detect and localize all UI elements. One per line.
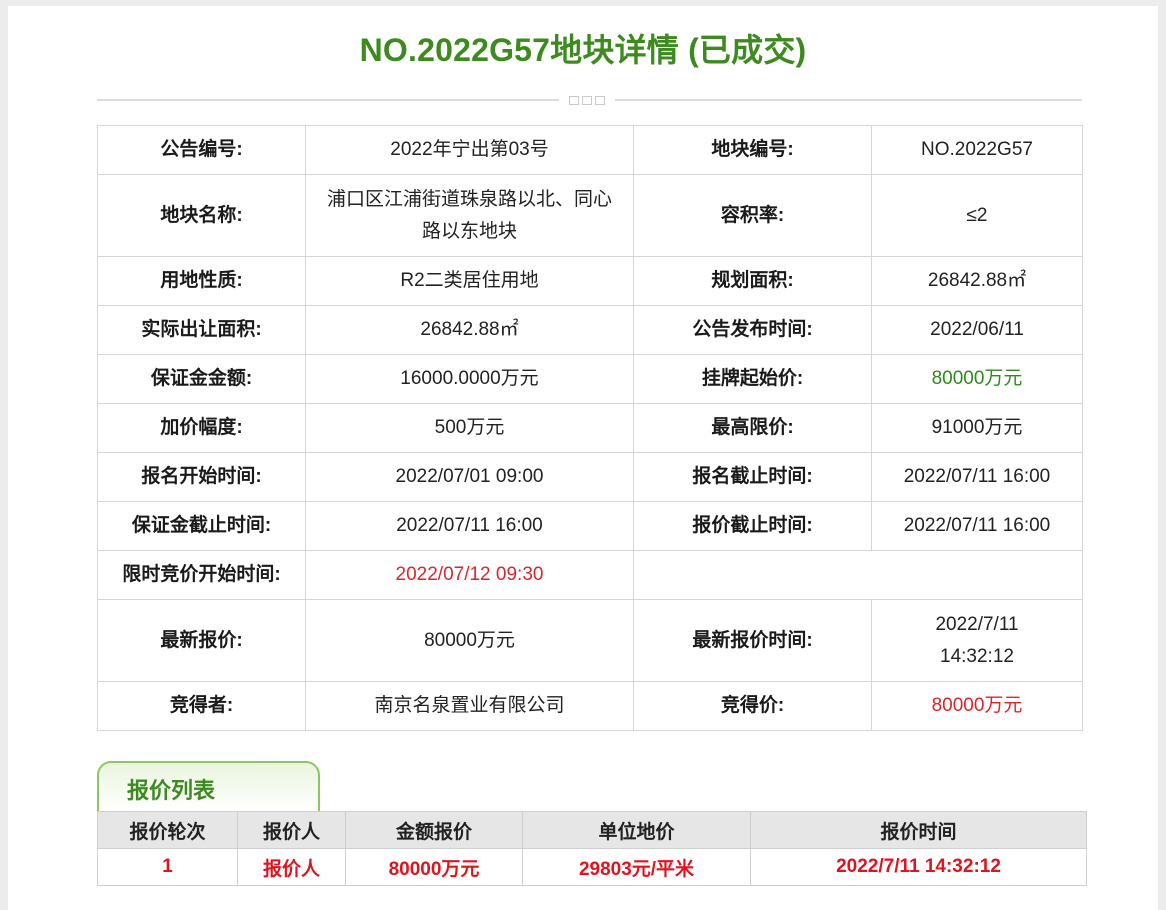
empty-cell — [633, 550, 1083, 600]
deposit-deadline-value: 2022/07/11 16:00 — [305, 501, 634, 551]
column-header: 金额报价 — [345, 811, 523, 849]
winning-price-label: 竞得价: — [633, 681, 872, 731]
max-price-value: 91000万元 — [871, 403, 1083, 453]
unit-price-cell: 29803元/平米 — [522, 848, 751, 886]
start-price-label: 挂牌起始价: — [633, 354, 872, 404]
bid-list-table: 报价轮次 报价人 金额报价 单位地价 报价时间 1 报价人 80000万元 29… — [97, 811, 1087, 886]
table-row: 限时竞价开始时间: 2022/07/12 09:30 — [97, 550, 1083, 600]
column-header: 报价人 — [237, 811, 346, 849]
ornament-square-icon — [582, 95, 592, 105]
reg-start-label: 报名开始时间: — [97, 452, 306, 502]
bid-amount-cell: 80000万元 — [345, 848, 523, 886]
reg-end-label: 报名截止时间: — [633, 452, 872, 502]
reg-start-value: 2022/07/01 09:00 — [305, 452, 634, 502]
bidder-cell: 报价人 — [237, 848, 346, 886]
land-use-label: 用地性质: — [97, 256, 306, 306]
latest-bid-time-value: 2022/7/11 14:32:12 — [871, 599, 1083, 682]
start-price-value: 80000万元 — [871, 354, 1083, 404]
bid-deadline-label: 报价截止时间: — [633, 501, 872, 551]
bid-list-header-row: 报价轮次 报价人 金额报价 单位地价 报价时间 — [97, 811, 1087, 849]
table-row: 报名开始时间: 2022/07/01 09:00 报名截止时间: 2022/07… — [97, 452, 1083, 502]
max-price-label: 最高限价: — [633, 403, 872, 453]
bid-deadline-value: 2022/07/11 16:00 — [871, 501, 1083, 551]
table-row: 保证金金额: 16000.0000万元 挂牌起始价: 80000万元 — [97, 354, 1083, 404]
latest-bid-time-label: 最新报价时间: — [633, 599, 872, 682]
bid-round-cell: 1 — [97, 848, 238, 886]
plot-no-label: 地块编号: — [633, 125, 872, 175]
ornament-square-icon — [595, 95, 605, 105]
table-row: 用地性质: R2二类居住用地 规划面积: 26842.88㎡ — [97, 256, 1083, 306]
plot-name-value: 浦口区江浦街道珠泉路以北、同心路以东地块 — [305, 174, 634, 257]
plot-no-value: NO.2022G57 — [871, 125, 1083, 175]
column-header: 报价轮次 — [97, 811, 238, 849]
actual-area-value: 26842.88㎡ — [305, 305, 634, 355]
land-use-value: R2二类居住用地 — [305, 256, 634, 306]
column-header: 报价时间 — [750, 811, 1087, 849]
page-title: NO.2022G57地块详情 (已成交) — [359, 32, 807, 68]
winner-value: 南京名泉置业有限公司 — [305, 681, 634, 731]
publish-time-label: 公告发布时间: — [633, 305, 872, 355]
increment-value: 500万元 — [305, 403, 634, 453]
announcement-no-label: 公告编号: — [97, 125, 306, 175]
column-header: 单位地价 — [522, 811, 751, 849]
far-label: 容积率: — [633, 174, 872, 257]
plot-name-label: 地块名称: — [97, 174, 306, 257]
table-row: 公告编号: 2022年宁出第03号 地块编号: NO.2022G57 — [97, 125, 1083, 175]
table-row: 加价幅度: 500万元 最高限价: 91000万元 — [97, 403, 1083, 453]
deposit-deadline-label: 保证金截止时间: — [97, 501, 306, 551]
planned-area-label: 规划面积: — [633, 256, 872, 306]
far-value: ≤2 — [871, 174, 1083, 257]
table-row: 竞得者: 南京名泉置业有限公司 竞得价: 80000万元 — [97, 681, 1083, 731]
latest-bid-label: 最新报价: — [97, 599, 306, 682]
table-row: 实际出让面积: 26842.88㎡ 公告发布时间: 2022/06/11 — [97, 305, 1083, 355]
reg-end-value: 2022/07/11 16:00 — [871, 452, 1083, 502]
latest-bid-value: 80000万元 — [305, 599, 634, 682]
bid-time-cell: 2022/7/11 14:32:12 — [750, 848, 1087, 886]
announcement-no-value: 2022年宁出第03号 — [305, 125, 634, 175]
plot-detail-table: 公告编号: 2022年宁出第03号 地块编号: NO.2022G57 地块名称:… — [97, 125, 1083, 731]
deposit-label: 保证金金额: — [97, 354, 306, 404]
table-row: 地块名称: 浦口区江浦街道珠泉路以北、同心路以东地块 容积率: ≤2 — [97, 174, 1083, 257]
divider-ornament — [559, 92, 615, 108]
deposit-value: 16000.0000万元 — [305, 354, 634, 404]
table-row: 最新报价: 80000万元 最新报价时间: 2022/7/11 14:32:12 — [97, 599, 1083, 682]
planned-area-value: 26842.88㎡ — [871, 256, 1083, 306]
tab-bid-list-label: 报价列表 — [127, 778, 216, 803]
table-row: 保证金截止时间: 2022/07/11 16:00 报价截止时间: 2022/0… — [97, 501, 1083, 551]
ornament-square-icon — [569, 95, 579, 105]
actual-area-label: 实际出让面积: — [97, 305, 306, 355]
winner-label: 竞得者: — [97, 681, 306, 731]
increment-label: 加价幅度: — [97, 403, 306, 453]
timed-bid-start-value: 2022/07/12 09:30 — [305, 550, 634, 600]
publish-time-value: 2022/06/11 — [871, 305, 1083, 355]
tab-bid-list[interactable]: 报价列表 — [97, 761, 320, 811]
timed-bid-start-label: 限时竞价开始时间: — [97, 550, 306, 600]
winning-price-value: 80000万元 — [871, 681, 1083, 731]
table-row: 1 报价人 80000万元 29803元/平米 2022/7/11 14:32:… — [97, 848, 1087, 886]
